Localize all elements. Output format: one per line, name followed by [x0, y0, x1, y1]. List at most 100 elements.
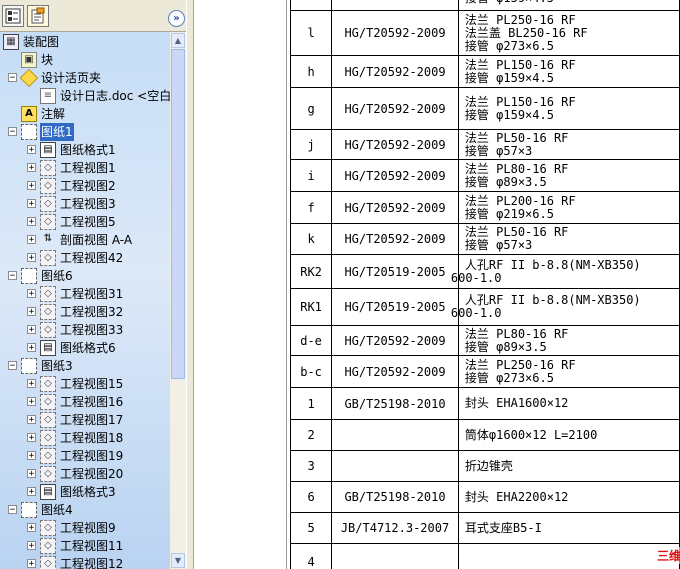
tree-item[interactable]: + ◇ 工程视图1 [0, 159, 170, 177]
drawing-view-icon: ◇ [40, 250, 56, 266]
expand-icon[interactable]: + [27, 433, 36, 443]
drawing-view-icon: ◇ [40, 520, 56, 536]
standard-cell: HG/T20592-2009 [331, 87, 459, 130]
scroll-up-button[interactable]: ▲ [171, 33, 185, 48]
nozzle-mark-cell: k [289, 223, 333, 255]
tree-item[interactable]: + ◇ 工程视图31 [0, 285, 170, 303]
scroll-down-button[interactable]: ▼ [171, 553, 185, 568]
collapse-icon[interactable]: − [8, 127, 17, 137]
collapse-icon[interactable]: − [8, 505, 17, 515]
expand-icon[interactable]: + [27, 415, 36, 425]
collapse-panel-button[interactable]: » [168, 10, 185, 27]
expand-icon[interactable]: + [27, 253, 36, 263]
description-cell: 法兰 PL50-16 RF 接管 φ57×3 [457, 129, 680, 160]
description-cell: 法兰 PL150-16 RF 接管 φ159×4.5 [457, 87, 680, 130]
tree-item[interactable]: − 设计活页夹 [0, 68, 170, 88]
expand-icon[interactable]: + [27, 199, 36, 209]
description-line: 600-1.0 [450, 306, 502, 320]
description-line: 封头 EHA1600×12 [464, 396, 569, 410]
tree-item[interactable]: + ◇ 工程视图3 [0, 195, 170, 213]
tree-item[interactable]: − 图纸1 [0, 123, 170, 141]
description-cell: 封头 EHA2200×12 [457, 481, 680, 513]
tree-item[interactable]: + ◇ 工程视图11 [0, 537, 170, 555]
drawing-view-icon: ◇ [40, 196, 56, 212]
tree-item-label: 工程视图2 [60, 179, 116, 193]
expand-icon[interactable]: + [27, 379, 36, 389]
tree-item[interactable]: + ◇ 工程视图17 [0, 411, 170, 429]
tree-item[interactable]: − 图纸4 [0, 501, 170, 519]
tree-scrollbar[interactable]: ▲ ▼ [170, 32, 186, 569]
panel-splitter[interactable] [186, 0, 194, 569]
expand-icon[interactable]: + [27, 235, 36, 245]
tree-item[interactable]: + ◇ 工程视图19 [0, 447, 170, 465]
standard-cell: HG/T20592-2009 [331, 325, 459, 356]
tree-item[interactable]: + ◇ 工程视图12 [0, 555, 170, 569]
expand-icon[interactable]: + [27, 541, 36, 551]
drawing-view-icon: ◇ [40, 412, 56, 428]
expand-icon[interactable]: + [27, 145, 36, 155]
expand-icon[interactable]: + [27, 307, 36, 317]
expand-icon[interactable]: + [27, 397, 36, 407]
tree-item[interactable]: + ◇ 工程视图42 [0, 249, 170, 267]
tree-item[interactable]: ≡ 设计日志.doc <空白 [0, 87, 170, 105]
description-line: 法兰 PL150-16 RF [464, 57, 576, 72]
expand-icon[interactable]: + [27, 523, 36, 533]
sheet-format-icon: ▤ [40, 484, 56, 500]
tree-item[interactable]: + ◇ 工程视图5 [0, 213, 170, 231]
tree-item[interactable]: + ▤ 图纸格式6 [0, 339, 170, 357]
expand-icon[interactable]: + [27, 325, 36, 335]
tree-item[interactable]: + ◇ 工程视图16 [0, 393, 170, 411]
expand-icon[interactable]: + [27, 469, 36, 479]
expand-icon[interactable]: + [27, 163, 36, 173]
expand-icon[interactable]: + [27, 217, 36, 227]
table-row: g HG/T20592-2009 法兰 PL150-16 RF 接管 φ159×4.5 [289, 87, 680, 130]
tree-item[interactable]: + ◇ 工程视图18 [0, 429, 170, 447]
tree-item-label: 图纸6 [41, 269, 73, 283]
tree-item[interactable]: − 图纸3 [0, 357, 170, 375]
drawing-view-icon: ◇ [40, 286, 56, 302]
tree-item[interactable]: + ◇ 工程视图9 [0, 519, 170, 537]
table-row: 3 折边锥壳 [289, 450, 680, 482]
tree-item[interactable]: ▦ 装配图 [0, 33, 170, 51]
tree-item-label: 工程视图18 [60, 431, 124, 445]
expand-icon[interactable]: + [27, 487, 36, 497]
tree-item[interactable]: + ⇅ 剖面视图 A-A [0, 231, 170, 249]
tree-item-label: 工程视图31 [60, 287, 124, 301]
description-line: 耳式支座B5-I [464, 520, 542, 535]
tree-item[interactable]: + ◇ 工程视图20 [0, 465, 170, 483]
drawing-tree-icon[interactable] [2, 5, 24, 27]
tree-item[interactable]: + ◇ 工程视图32 [0, 303, 170, 321]
description-line: 接管 φ219×6.5 [464, 206, 554, 221]
collapse-icon[interactable]: − [8, 271, 17, 281]
expand-icon[interactable]: + [27, 289, 36, 299]
expand-icon[interactable]: + [27, 181, 36, 191]
tree-item-label: 装配图 [23, 35, 60, 49]
scroll-thumb[interactable] [171, 49, 185, 379]
property-page-icon[interactable] [27, 5, 49, 27]
description-cell: 法兰 PL50-16 RF 接管 φ57×3 [457, 223, 680, 255]
nozzle-table: 接管 φ159×4.5lHG/T20592-2009法兰 PL250-16 RF… [289, 0, 680, 569]
tree-item[interactable]: + ◇ 工程视图2 [0, 177, 170, 195]
standard-cell: JB/T4712.3-2007 [331, 512, 459, 544]
expand-icon[interactable]: + [27, 559, 36, 569]
drawing-view-icon: ◇ [40, 394, 56, 410]
tree-item[interactable]: + ▤ 图纸格式3 [0, 483, 170, 501]
tree-item[interactable]: + ◇ 工程视图33 [0, 321, 170, 339]
description-line: 法兰 PL200-16 RF [464, 193, 576, 208]
expand-icon[interactable]: + [27, 451, 36, 461]
tree-item[interactable]: A 注解 [0, 105, 170, 123]
expand-icon[interactable]: + [27, 343, 36, 353]
description-cell: 法兰 PL80-16 RF 接管 φ89×3.5 [457, 159, 680, 192]
description-line: 筒体φ1600×12 L=2100 [464, 427, 598, 442]
collapse-icon[interactable]: − [8, 73, 17, 83]
tree-item[interactable]: + ▤ 图纸格式1 [0, 141, 170, 159]
tree-item[interactable]: − 图纸6 [0, 267, 170, 285]
tree-item-label: 设计活页夹 [41, 71, 102, 85]
tree-item[interactable]: ▣ 块 [0, 51, 170, 69]
standard-cell [331, 0, 459, 11]
collapse-icon[interactable]: − [8, 361, 17, 371]
drawing-view-icon: ◇ [40, 556, 56, 569]
tree-item[interactable]: + ◇ 工程视图15 [0, 375, 170, 393]
section-view-icon: ⇅ [43, 233, 53, 244]
standard-cell [331, 543, 459, 569]
